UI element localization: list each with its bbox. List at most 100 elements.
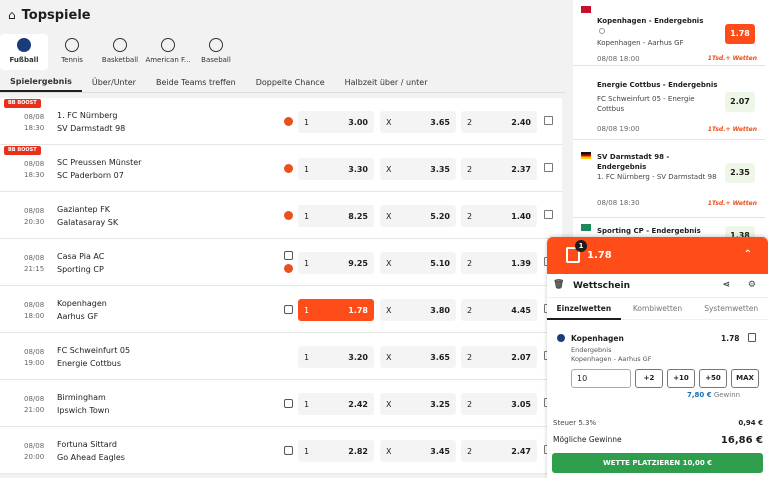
odd-button-x[interactable]: X 3.25 [380,393,456,415]
quick-stake-plus-50[interactable]: +50 [699,369,727,388]
match-row[interactable]: 08/08 20:00 Fortuna Sittard Go Ahead Eagle… [0,427,562,474]
popularity-label: 1Tsd.+ Wetten [707,55,757,62]
match-datetime: 08/08 19:00 [24,348,45,367]
sport-tab-football[interactable]: Fußball [0,34,48,70]
bet-type-tabs: Einzelwetten Kombiwetten Systemwetten [547,298,768,320]
match-datetime: 08/08 18:30 [24,160,45,179]
bet-slip-header[interactable]: 1 1.78 ⌃ [547,237,768,274]
tv-icon [284,251,293,260]
house-icon: ⌂ [8,8,16,22]
match-row[interactable]: 08/08 18:00 Kopenhagen Aarhus GF 1 1.78 X 3.… [0,286,562,333]
match-datetime: 08/08 18:30 [24,113,45,132]
match-teams: Fortuna Sittard Go Ahead Eagles [57,440,125,462]
odd-button-x[interactable]: X 5.10 [380,252,456,274]
quick-stake-plus-10[interactable]: +10 [667,369,695,388]
gear-icon[interactable]: ⚙ [748,280,756,290]
stats-icon[interactable] [544,116,553,125]
odd-button-2[interactable]: 2 1.39 [461,252,537,274]
tennis-icon [65,38,79,52]
odd-button-x[interactable]: X 3.80 [380,299,456,321]
odd-button-2[interactable]: 2 1.40 [461,205,537,227]
bet-market: Endergebnis Kopenhagen - Aarhus GF [571,346,652,363]
sport-tabs: Fußball Tennis Basketball American F... … [0,34,565,70]
club-crest-icon [581,224,591,231]
american-football-icon [161,38,175,52]
match-row[interactable]: BB BOOST 08/08 18:30 SC Preussen Münster S… [0,145,562,192]
delete-icon[interactable] [748,333,756,342]
stats-badge-icon [284,117,293,126]
bet-odd: 1.78 [721,334,740,343]
match-datetime: 08/08 20:30 [24,207,45,226]
sport-tab-baseball[interactable]: Baseball [192,34,240,70]
divider [0,92,565,93]
tv-icon [284,399,293,408]
share-icon[interactable]: ⋖ [722,280,730,290]
match-teams: FC Schweinfurt 05 Energie Cottbus [57,346,131,368]
market-tab-beide-teams-treffen[interactable]: Beide Teams treffen [146,72,246,92]
odd-button-2[interactable]: 2 2.37 [461,158,537,180]
sport-tab-american-football[interactable]: American F... [144,34,192,70]
match-row[interactable]: 08/08 21:00 Birmingham Ipswich Town 1 2.42 … [0,380,562,427]
football-icon [17,38,31,52]
odd-button-x[interactable]: X 3.45 [380,440,456,462]
bet-slip-titlebar: 🗑 Wettschein ⋖ ⚙ [547,274,768,298]
popular-bet-card[interactable]: Sporting CP - Endergebnis 1.38 [573,222,765,246]
odd-button-x[interactable]: X 3.35 [380,158,456,180]
sport-tab-basketball[interactable]: Basketball [96,34,144,70]
popular-bet-card[interactable]: Kopenhagen - Endergebnis Kopenhagen - Aa… [573,0,765,66]
market-tab-halbzeit[interactable]: Halbzeit über / unter [335,72,438,92]
odd-button-2[interactable]: 2 2.47 [461,440,537,462]
popular-bet-card[interactable]: Energie Cottbus - Endergebnis FC Schwein… [573,70,765,140]
odd-button-2[interactable]: 2 2.07 [461,346,537,368]
odd-button-2[interactable]: 2 2.40 [461,111,537,133]
bet-count-badge: 1 [575,240,587,252]
stats-icon[interactable] [544,210,553,219]
stats-badge-icon [284,164,293,173]
odd-button-1[interactable]: 1 9.25 [298,252,374,274]
odd-button-2[interactable]: 2 4.45 [461,299,537,321]
odd-button-1[interactable]: 1 2.82 [298,440,374,462]
quick-stake-max[interactable]: MAX [731,369,759,388]
market-tab-ueber-unter[interactable]: Über/Unter [82,72,146,92]
odd-button-1[interactable]: 1 3.00 [298,111,374,133]
match-row[interactable]: BB BOOST 08/08 18:30 1. FC Nürnberg SV Dar… [0,98,562,145]
odd-button-1[interactable]: 1 3.30 [298,158,374,180]
stats-badge-icon [284,264,293,273]
baseball-icon [209,38,223,52]
place-bet-button[interactable]: WETTE PLATZIEREN 10,00 € [552,453,763,473]
odd-button-x[interactable]: X 5.20 [380,205,456,227]
match-teams: SC Preussen Münster SC Paderborn 07 [57,158,142,180]
stats-icon[interactable] [544,163,553,172]
match-datetime: 08/08 21:00 [24,395,45,414]
flag-icon [581,6,591,13]
market-tab-spielergebnis[interactable]: Spielergebnis [0,72,82,92]
match-row[interactable]: 08/08 20:30 Gaziantep FK Galatasaray SK 18… [0,192,562,239]
match-teams: Casa Pia AC Sporting CP [57,252,105,274]
odd-button-1-selected[interactable]: 1 1.78 [298,299,374,321]
germany-flag-icon [581,152,591,159]
odd-button-1[interactable]: 1 8.25 [298,205,374,227]
bet-selection: Kopenhagen 1.78 Endergebnis Kopenhagen - … [547,325,768,399]
match-row[interactable]: 08/08 19:00 FC Schweinfurt 05 Energie Cott… [0,333,562,380]
market-tab-doppelte-chance[interactable]: Doppelte Chance [246,72,335,92]
quick-stake-plus-2[interactable]: +2 [635,369,663,388]
tab-kombiwetten[interactable]: Kombiwetten [621,298,695,320]
odd-button-1[interactable]: 1 3.20 [298,346,374,368]
odd-button-x[interactable]: X 3.65 [380,111,456,133]
page-title: Topspiele [21,7,91,23]
popular-odd-button[interactable]: 2.07 [725,92,755,112]
tab-systemwetten[interactable]: Systemwetten [694,298,768,320]
chevron-up-icon[interactable]: ⌃ [744,249,752,260]
stake-input[interactable]: 10 [571,369,631,388]
odd-button-x[interactable]: X 3.65 [380,346,456,368]
trash-icon[interactable]: 🗑 [553,280,564,290]
tab-einzelwetten[interactable]: Einzelwetten [547,298,621,320]
odd-button-1[interactable]: 1 2.42 [298,393,374,415]
popular-odd-button[interactable]: 2.35 [725,163,755,183]
sport-tab-tennis[interactable]: Tennis [48,34,96,70]
match-row[interactable]: 08/08 21:15 Casa Pia AC Sporting CP 1 9.25 … [0,239,562,286]
odd-button-2[interactable]: 2 3.05 [461,393,537,415]
popularity-label: 1Tsd.+ Wetten [707,126,757,133]
popular-odd-button[interactable]: 1.78 [725,24,755,44]
popular-bet-card[interactable]: SV Darmstadt 98 - Endergebnis 1. FC Nürn… [573,146,765,218]
